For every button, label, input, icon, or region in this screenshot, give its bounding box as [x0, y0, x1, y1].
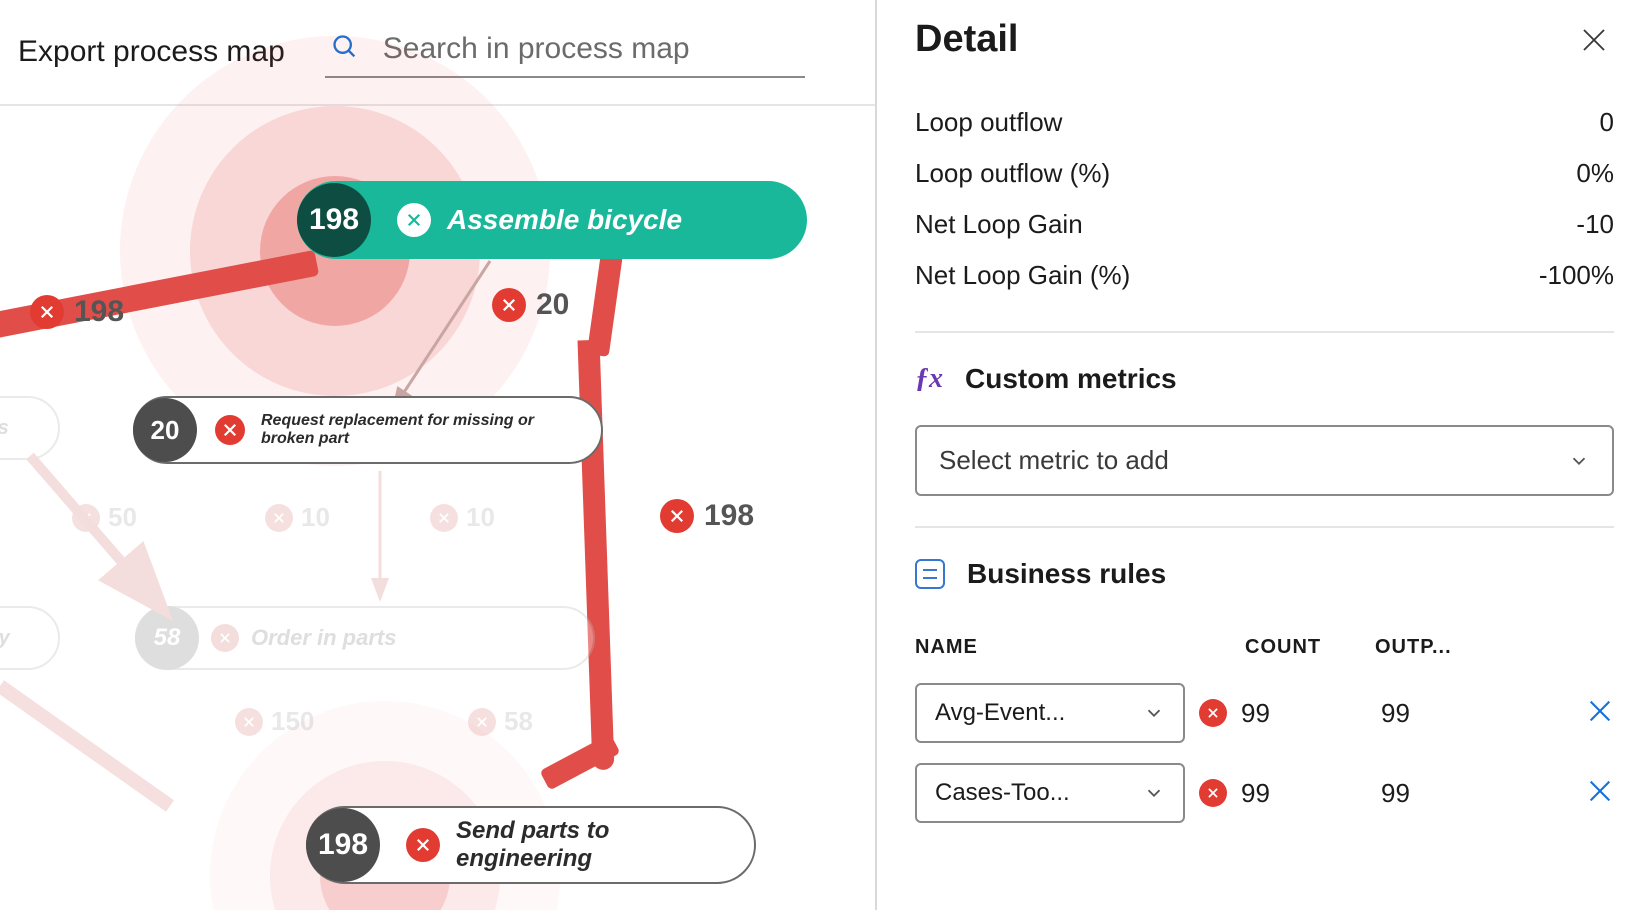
node-send-parts[interactable]: 198 Send parts to engineering	[306, 806, 756, 884]
node-label: Request replacement for missing or broke…	[261, 412, 571, 448]
search-input[interactable]	[383, 32, 799, 66]
close-circle-icon	[660, 499, 694, 533]
rules-table-header: NAME COUNT OUTP...	[915, 636, 1614, 659]
process-map-pane: Export process map	[0, 0, 877, 910]
error-icon	[1199, 699, 1227, 727]
rule-name-select[interactable]: Avg-Event...	[915, 683, 1185, 743]
close-button[interactable]	[1574, 20, 1614, 60]
rule-row: Cases-Too... 99 99	[915, 763, 1614, 823]
chevron-down-icon	[1568, 450, 1590, 472]
edge-label-198-left: 198	[30, 295, 124, 329]
rule-output: 99	[1381, 698, 1507, 729]
edge-label-198-right: 198	[660, 499, 754, 533]
detail-panel: Detail Loop outflow0 Loop outflow (%)0% …	[877, 0, 1652, 910]
node-label: Assemble bicycle	[447, 204, 682, 236]
metric-row: Net Loop Gain-10	[915, 199, 1614, 250]
rule-output: 99	[1381, 778, 1507, 809]
rule-count: 99	[1241, 698, 1367, 729]
chevron-down-icon	[1143, 782, 1165, 804]
rule-delete-button[interactable]	[1586, 697, 1614, 730]
error-icon	[1199, 779, 1227, 807]
node-label: Send parts to engineering	[456, 817, 724, 873]
metric-row: Loop outflow0	[915, 97, 1614, 148]
rule-delete-button[interactable]	[1586, 777, 1614, 810]
node-count-badge: 198	[306, 808, 380, 882]
metric-select[interactable]: Select metric to add	[915, 425, 1614, 496]
rule-name-select[interactable]: Cases-Too...	[915, 763, 1185, 823]
rules-icon	[915, 559, 945, 589]
business-rules-heading: Business rules	[915, 558, 1614, 590]
metric-row: Net Loop Gain (%)-100%	[915, 250, 1614, 301]
node-assemble-bicycle[interactable]: 198 Assemble bicycle	[297, 181, 807, 259]
fx-icon: ƒx	[915, 363, 943, 395]
chevron-down-icon	[1143, 702, 1165, 724]
metric-row: Loop outflow (%)0%	[915, 148, 1614, 199]
node-count-badge: 198	[297, 183, 371, 257]
close-circle-icon	[30, 295, 64, 329]
custom-metrics-heading: ƒx Custom metrics	[915, 363, 1614, 395]
close-circle-icon	[492, 288, 526, 322]
node-request-replacement[interactable]: 20 Request replacement for missing or br…	[133, 396, 603, 464]
rule-row: Avg-Event... 99 99	[915, 683, 1614, 743]
close-circle-icon	[397, 203, 431, 237]
close-circle-icon	[215, 415, 245, 445]
process-map-canvas[interactable]: 198 Assemble bicycle 20 Request replacem…	[0, 106, 875, 901]
edge-label-20: 20	[492, 288, 569, 322]
panel-title: Detail	[915, 18, 1018, 61]
node-count-badge: 20	[133, 398, 197, 462]
rule-count: 99	[1241, 778, 1367, 809]
close-circle-icon	[406, 828, 440, 862]
